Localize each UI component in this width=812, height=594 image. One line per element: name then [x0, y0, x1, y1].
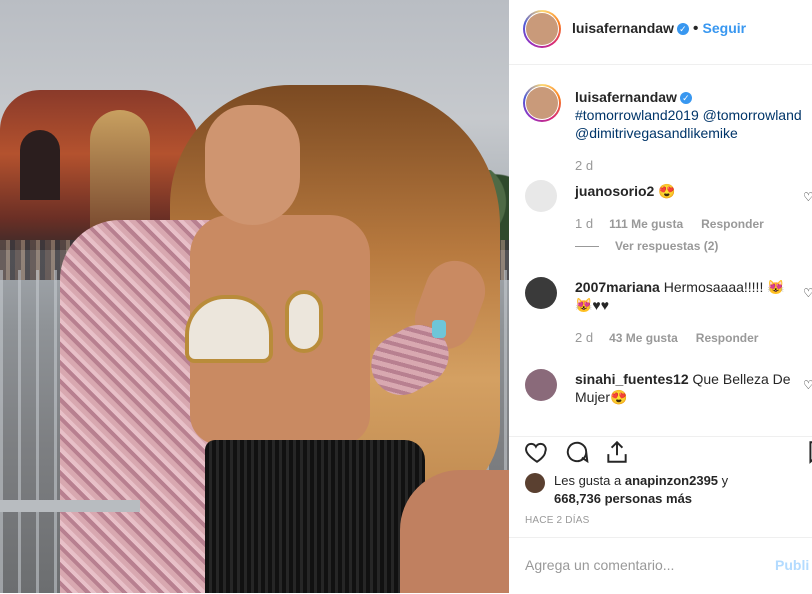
comment-input[interactable]: Agrega un comentario...: [525, 557, 674, 573]
comment-text: Que Belleza De: [692, 371, 791, 387]
caption-tags-line2[interactable]: @dimitrivegasandlikemike: [575, 125, 738, 141]
avatar[interactable]: [526, 87, 558, 119]
reply-button[interactable]: Responder: [696, 331, 759, 345]
likes-summary: Les gusta a anapinzon2395 y 668,736 pers…: [554, 472, 728, 508]
bracelet: [432, 320, 446, 338]
liker-username[interactable]: anapinzon2395: [625, 473, 718, 488]
comment-text-cont: Mujer😍: [575, 389, 628, 405]
comment-text: 😍: [658, 183, 676, 199]
verified-icon: ✓: [676, 22, 689, 35]
post-photo[interactable]: [0, 0, 509, 593]
reply-button[interactable]: Responder: [701, 217, 764, 231]
comment-likes[interactable]: 111 Me gusta: [609, 217, 683, 231]
comment: juanosorio2 😍: [575, 182, 676, 200]
caption-username[interactable]: luisafernandaw: [575, 89, 677, 105]
comments-list[interactable]: luisafernandaw ✓ #tomorrowland2019 @tomor…: [509, 65, 812, 435]
comment-avatar[interactable]: [525, 277, 557, 309]
caption-time[interactable]: 2 d: [575, 158, 593, 173]
like-comment-icon[interactable]: ♡: [803, 190, 812, 204]
publish-button[interactable]: Publi: [775, 557, 809, 573]
comment-username[interactable]: sinahi_fuentes12: [575, 371, 689, 387]
shell-top-left: [185, 295, 273, 363]
comment-text-cont: 😻♥♥: [575, 297, 610, 313]
like-comment-icon[interactable]: ♡: [803, 378, 812, 392]
caption-tags-line1[interactable]: #tomorrowland2019 @tomorrowland: [575, 107, 802, 123]
verified-icon: ✓: [679, 92, 692, 105]
leg: [400, 470, 509, 593]
author-username[interactable]: luisafernandaw: [572, 20, 674, 36]
comment-meta: 1 d 111 Me gusta Responder: [575, 216, 782, 231]
likes-count[interactable]: 668,736 personas más: [554, 491, 692, 506]
add-comment-bar: Agrega un comentario... Publi: [509, 537, 812, 594]
comment-meta: 2 d 43 Me gusta Responder: [575, 330, 776, 345]
likes-prefix: Les gusta a: [554, 473, 622, 488]
share-icon[interactable]: [604, 439, 630, 465]
separator: •: [692, 20, 699, 37]
comment-avatar[interactable]: [525, 369, 557, 401]
face: [205, 105, 300, 225]
comment-time[interactable]: 2 d: [575, 330, 593, 345]
view-replies-button[interactable]: Ver respuestas (2): [615, 239, 718, 253]
more-options-icon[interactable]: ⋮: [806, 18, 812, 38]
post-side-panel: luisafernandaw✓•Seguir ⋮ luisafernandaw✓…: [509, 0, 812, 593]
likes-conj: y: [721, 473, 729, 488]
comment-text: Hermosaaaa!!!!! 😻: [663, 279, 785, 295]
author-avatar-ring[interactable]: [523, 10, 561, 48]
comment: 2007mariana Hermosaaaa!!!!! 😻 😻♥♥: [575, 278, 785, 314]
caption-avatar-ring[interactable]: [523, 84, 561, 122]
comment-time[interactable]: 1 d: [575, 216, 593, 231]
heart-icon[interactable]: [524, 439, 550, 465]
avatar[interactable]: [526, 13, 558, 45]
comment-icon[interactable]: [564, 439, 590, 465]
post-actions: Les gusta a anapinzon2395 y 668,736 pers…: [509, 436, 812, 537]
view-replies-line: [575, 246, 599, 247]
rail: [0, 500, 140, 512]
header-user-row: luisafernandaw ✓ • Seguir: [572, 20, 746, 38]
shell-top-right: [285, 290, 323, 353]
post-timestamp[interactable]: HACE 2 DÍAS: [525, 515, 589, 526]
comment-likes[interactable]: 43 Me gusta: [609, 331, 678, 345]
comment-username[interactable]: 2007mariana: [575, 279, 660, 295]
comment: sinahi_fuentes12 Que Belleza De Mujer😍: [575, 370, 795, 406]
fringe-skirt: [205, 440, 425, 593]
caption: luisafernandaw ✓ #tomorrowland2019 @tomor…: [575, 88, 812, 142]
follow-button[interactable]: Seguir: [703, 20, 747, 36]
comment-username[interactable]: juanosorio2: [575, 183, 654, 199]
liker-avatar[interactable]: [525, 473, 545, 493]
comment-avatar[interactable]: [525, 180, 557, 212]
post-header: luisafernandaw✓•Seguir ⋮: [509, 0, 812, 65]
like-comment-icon[interactable]: ♡: [803, 286, 812, 300]
bookmark-icon[interactable]: [805, 439, 812, 465]
